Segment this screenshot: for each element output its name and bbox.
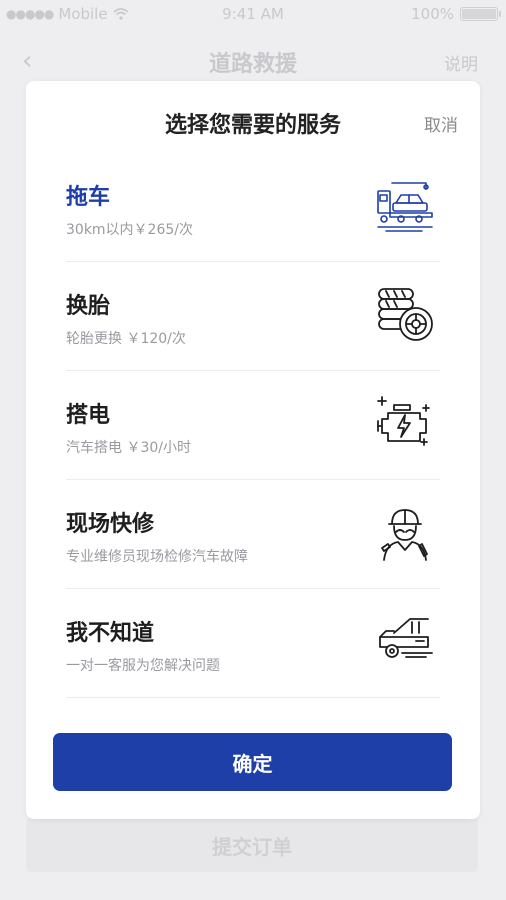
help-link[interactable]: 说明 [444, 50, 478, 75]
service-item-desc: 专业维修员现场检修汽车故障 [66, 549, 248, 565]
service-item-jumpstart[interactable]: 搭电 汽车搭电 ￥30/小时 [66, 371, 440, 480]
service-item-desc: 轮胎更换 ￥120/次 [66, 331, 186, 347]
battery-percent: 100% [411, 5, 454, 23]
engine-battery-icon [377, 396, 430, 446]
tire-icon [378, 288, 433, 341]
status-bar-right: 100% [411, 5, 501, 23]
service-item-title: 我不知道 [66, 621, 155, 646]
service-item-onsite-repair[interactable]: 现场快修 专业维修员现场检修汽车故障 [66, 480, 440, 589]
cancel-button[interactable]: 取消 [424, 111, 458, 136]
service-item-desc: 一对一客服为您解决问题 [66, 658, 220, 674]
mechanic-icon [381, 509, 428, 561]
modal-title: 选择您需要的服务 [164, 113, 341, 138]
car-breakdown-icon [379, 618, 433, 658]
service-picker-modal: 选择您需要的服务 取消 拖车 30km以内￥265/次 换胎 轮胎更换 ￥120… [26, 81, 480, 819]
service-item-title: 现场快修 [66, 512, 155, 537]
service-item-desc: 30km以内￥265/次 [66, 222, 193, 238]
service-item-desc: 汽车搭电 ￥30/小时 [66, 440, 191, 456]
service-item-tow[interactable]: 拖车 30km以内￥265/次 [66, 153, 440, 262]
status-bar: ●●●●● Mobile 9:41 AM 100% [0, 0, 506, 30]
tow-truck-icon [377, 182, 433, 232]
service-item-tire[interactable]: 换胎 轮胎更换 ￥120/次 [66, 262, 440, 371]
submit-order-button[interactable]: 提交订单 [26, 818, 478, 872]
service-item-title: 拖车 [66, 185, 111, 210]
nav-bar: ‹ 道路救援 说明 [0, 36, 506, 86]
service-item-unknown[interactable]: 我不知道 一对一客服为您解决问题 [66, 589, 440, 698]
page-title: 道路救援 [208, 52, 297, 77]
battery-icon [460, 7, 501, 21]
service-item-title: 换胎 [66, 294, 111, 319]
confirm-button[interactable]: 确定 [53, 733, 452, 791]
service-list: 拖车 30km以内￥265/次 换胎 轮胎更换 ￥120/次 搭电 汽车搭电 ￥… [66, 153, 440, 698]
service-item-title: 搭电 [66, 403, 111, 428]
